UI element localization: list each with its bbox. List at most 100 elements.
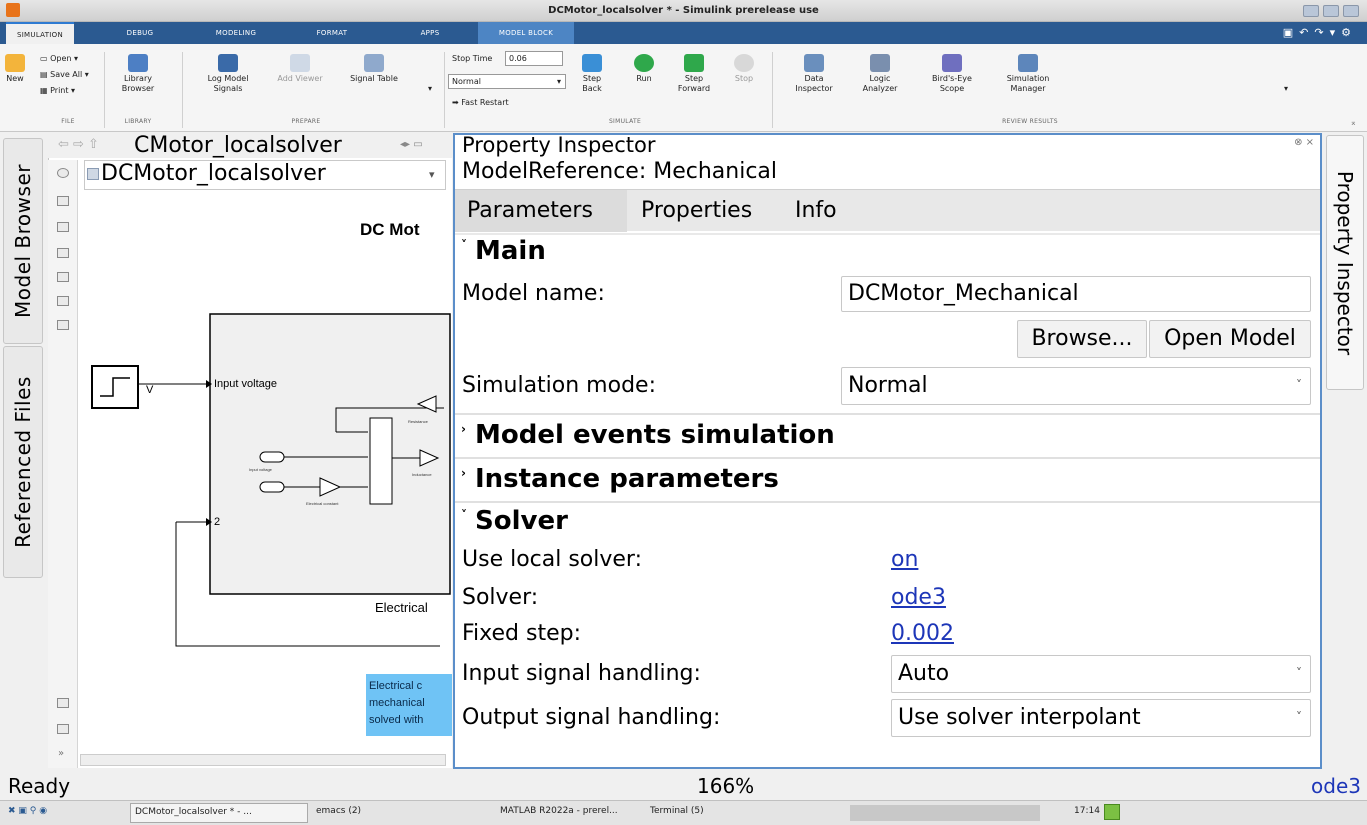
window-title: DCMotor_localsolver * - Simulink prerele…	[548, 5, 819, 16]
taskbar: ✖ ▣ ⚲ ◉ DCMotor_localsolver * - ... emac…	[0, 800, 1367, 825]
ribbon: New ▭ Open ▾ ▤ Save All ▾ ▦ Print ▾ FILE…	[0, 44, 1367, 132]
hide-icon[interactable]	[57, 168, 69, 178]
fit-view-icon[interactable]	[57, 222, 69, 232]
add-viewer-button[interactable]: Add Viewer	[272, 54, 328, 84]
input-signal-handling-select[interactable]: Auto ˅	[891, 655, 1311, 693]
simulation-mode-dropdown[interactable]: Normal ▾	[448, 74, 566, 89]
step-block[interactable]	[91, 365, 139, 409]
step-back-button[interactable]: Step Back	[574, 54, 610, 94]
signal-table-icon	[364, 54, 384, 72]
taskbar-matlab[interactable]: MATLAB R2022a - prerel...	[500, 806, 618, 816]
simulation-mode-select[interactable]: Normal ˅	[841, 367, 1311, 405]
tab-properties[interactable]: Properties	[641, 198, 752, 223]
new-button[interactable]: New	[2, 54, 28, 84]
solver-link[interactable]: ode3	[891, 585, 946, 610]
run-button[interactable]: Run	[626, 54, 662, 84]
model-browser-tab[interactable]: Model Browser	[3, 138, 43, 344]
close-icon[interactable]	[1343, 5, 1359, 17]
tab-scroll-icon[interactable]: ◂▸ ▭	[400, 139, 423, 150]
tab-info[interactable]: Info	[795, 198, 837, 223]
model-events-section-header[interactable]: › Model events simulation	[455, 413, 1320, 457]
stop-icon	[734, 54, 754, 72]
output-signal-handling-select[interactable]: Use solver interpolant ˅	[891, 699, 1311, 737]
instance-parameters-section-header[interactable]: › Instance parameters	[455, 457, 1320, 501]
tiny-inductance: Inductance	[412, 472, 432, 477]
taskbar-simulink[interactable]: DCMotor_localsolver * - ...	[130, 803, 308, 823]
solver-status[interactable]: ode3	[1311, 774, 1361, 798]
tab-simulation[interactable]: SIMULATION	[6, 22, 74, 44]
tray-icon[interactable]	[1104, 804, 1120, 820]
start-icon[interactable]: ✖ ▣ ⚲ ◉	[8, 806, 47, 816]
use-local-solver-link[interactable]: on	[891, 547, 918, 572]
library-browser-button[interactable]: Library Browser	[110, 54, 166, 94]
fixed-step-link[interactable]: 0.002	[891, 621, 954, 646]
horizontal-scrollbar[interactable]	[80, 754, 446, 766]
prepare-expand-icon[interactable]: ▾	[428, 84, 432, 93]
inspector-tabs: Parameters Properties Info	[455, 189, 1320, 232]
properties-icon[interactable]	[57, 724, 69, 734]
tab-debug[interactable]: DEBUG	[112, 22, 168, 44]
print-button[interactable]: ▦ Print ▾	[40, 86, 75, 95]
quick-access-toolbar[interactable]: ▣↶↷▾⚙	[1283, 26, 1357, 39]
workspace-switcher[interactable]	[850, 805, 1040, 821]
data-inspector-button[interactable]: Data Inspector	[786, 54, 842, 94]
breadcrumb[interactable]: DCMotor_localsolver ▾	[84, 160, 446, 190]
annotation-icon[interactable]	[57, 296, 69, 306]
breadcrumb-dropdown-icon[interactable]: ▾	[429, 168, 435, 181]
screenshot-icon[interactable]	[57, 698, 69, 708]
step-forward-button[interactable]: Step Forward	[672, 54, 716, 94]
review-expand-icon[interactable]: ▾	[1284, 84, 1288, 93]
matlab-logo-icon	[6, 3, 20, 17]
simulation-manager-button[interactable]: Simulation Manager	[996, 54, 1060, 94]
area-icon[interactable]	[57, 320, 69, 330]
taskbar-emacs[interactable]: emacs (2)	[316, 806, 361, 816]
main-section-header[interactable]: ˅ Main	[455, 233, 1320, 269]
tiny-electrical-constant: Electrical constant	[306, 501, 339, 506]
fast-restart-button[interactable]: ➡ Fast Restart	[452, 98, 509, 107]
more-icon[interactable]: »	[58, 748, 64, 759]
tab-model-block[interactable]: MODEL BLOCK	[478, 22, 574, 44]
taskbar-clock: 17:14	[1074, 806, 1100, 816]
collapse-ribbon-icon[interactable]: ⌅	[1350, 118, 1357, 127]
image-icon[interactable]	[57, 272, 69, 282]
zoom-level[interactable]: 166%	[697, 774, 754, 798]
v-label: V	[146, 384, 154, 396]
solver-section-header[interactable]: ˅ Solver	[455, 501, 1320, 541]
open-model-button[interactable]: Open Model	[1149, 320, 1311, 358]
inspector-subtitle: ModelReference: Mechanical	[462, 159, 778, 184]
electrical-subsystem[interactable]	[209, 313, 451, 595]
tab-format[interactable]: FORMAT	[300, 22, 364, 44]
arrow-icon[interactable]	[57, 248, 69, 258]
stop-time-input[interactable]: 0.06	[505, 51, 563, 66]
model-name-input[interactable]: DCMotor_Mechanical	[841, 276, 1311, 312]
open-button[interactable]: ▭ Open ▾	[40, 54, 78, 63]
nav-back-forward-icon[interactable]: ⇦ ⇨ ⇧	[58, 137, 99, 152]
input-voltage-port: Input voltage	[214, 378, 277, 390]
tab-parameters[interactable]: Parameters	[455, 190, 627, 232]
ribbon-tabs: SIMULATION DEBUG MODELING FORMAT APPS MO…	[0, 22, 1367, 44]
tab-apps[interactable]: APPS	[400, 22, 460, 44]
section-library: LIBRARY	[124, 118, 152, 125]
zoom-icon[interactable]	[57, 196, 69, 206]
save-all-button[interactable]: ▤ Save All ▾	[40, 70, 89, 79]
minimize-icon[interactable]	[1303, 5, 1319, 17]
breadcrumb-model[interactable]: DCMotor_localsolver	[101, 161, 326, 186]
birds-eye-scope-button[interactable]: Bird's-Eye Scope	[920, 54, 984, 94]
property-inspector-side-tab[interactable]: Property Inspector	[1326, 135, 1364, 390]
inspector-window-icons[interactable]: ⊗ ×	[1294, 137, 1314, 148]
maximize-icon[interactable]	[1323, 5, 1339, 17]
section-review-results: REVIEW RESULTS	[1002, 118, 1058, 125]
model-tab-title[interactable]: CMotor_localsolver	[134, 133, 342, 158]
signal-table-button[interactable]: Signal Table	[346, 54, 402, 84]
logic-analyzer-button[interactable]: Logic Analyzer	[852, 54, 908, 94]
window-controls[interactable]	[1297, 4, 1361, 18]
referenced-files-tab[interactable]: Referenced Files	[3, 346, 43, 578]
log-signals-button[interactable]: Log Model Signals	[196, 54, 260, 94]
browse-button[interactable]: Browse...	[1017, 320, 1147, 358]
library-browser-icon	[128, 54, 148, 72]
title-bar: DCMotor_localsolver * - Simulink prerele…	[0, 0, 1367, 22]
stop-button[interactable]: Stop	[726, 54, 762, 84]
tab-modeling[interactable]: MODELING	[200, 22, 272, 44]
taskbar-terminal[interactable]: Terminal (5)	[650, 806, 704, 816]
log-signals-icon	[218, 54, 238, 72]
